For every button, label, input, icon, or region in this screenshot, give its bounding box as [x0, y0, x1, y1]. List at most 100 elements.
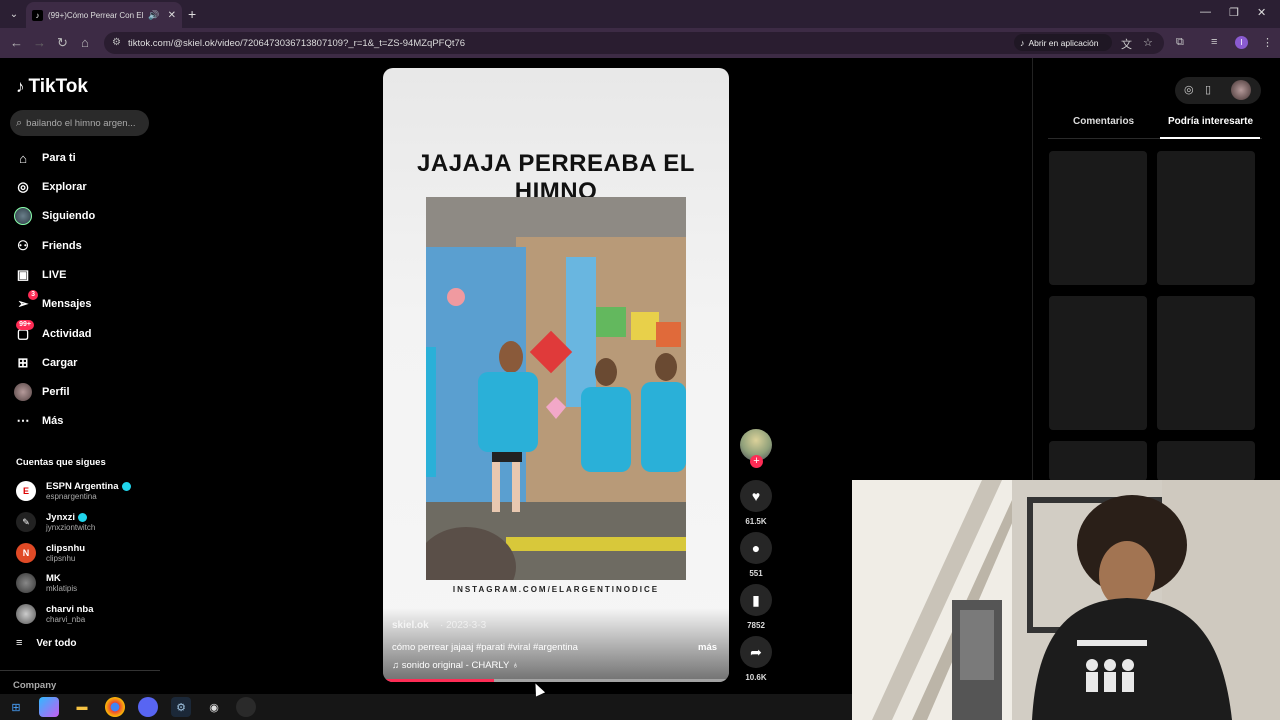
open-in-app-button[interactable]: ♪ Abrir en aplicación: [1014, 34, 1112, 51]
suggested-video-card[interactable]: [1049, 441, 1147, 481]
file-explorer-icon[interactable]: ▬: [72, 697, 92, 717]
compass-icon[interactable]: ◎: [1184, 83, 1194, 96]
browser-menu-icon[interactable]: ⋮: [1262, 36, 1273, 49]
site-info-icon[interactable]: ⚙: [112, 37, 121, 48]
account-handle: espnargentina: [46, 492, 97, 501]
account-item[interactable]: E ESPN Argentina espnargentina: [16, 477, 131, 505]
tiktok-favicon-icon: ♪: [32, 9, 43, 21]
close-tab-icon[interactable]: ✕: [168, 10, 176, 21]
comment-count: 551: [749, 569, 763, 578]
messages-icon: ➢ 3: [14, 290, 38, 313]
follow-plus-button[interactable]: +: [750, 455, 763, 468]
extensions-icon[interactable]: ⧉: [1176, 36, 1184, 49]
nav-friends[interactable]: ⚇ Friends: [14, 235, 82, 257]
tab-list-chevron-icon[interactable]: ⌄: [6, 5, 22, 23]
home-button[interactable]: ⌂: [81, 35, 89, 50]
nav-label: Cargar: [42, 357, 78, 369]
new-tab-button[interactable]: +: [188, 6, 196, 22]
nav-label: Perfil: [42, 386, 70, 398]
browser-tab[interactable]: ♪ (99+)Cómo Perrear Con El Hi 🔊 ✕: [26, 2, 182, 28]
nav-mas[interactable]: ⋯ Más: [14, 410, 64, 432]
close-window-button[interactable]: ✕: [1257, 6, 1266, 19]
profile-avatar-icon: [14, 383, 32, 401]
suggested-video-card[interactable]: [1049, 151, 1147, 285]
windows-start-icon[interactable]: ⊞: [6, 697, 26, 717]
user-avatar[interactable]: [1231, 80, 1251, 100]
share-button[interactable]: ➦: [740, 636, 772, 668]
tab-comments[interactable]: Comentarios: [1073, 116, 1134, 127]
suggested-video-card[interactable]: [1049, 296, 1147, 430]
tiktok-app-icon: ♪: [1020, 37, 1025, 48]
address-bar[interactable]: ⚙ tiktok.com/@skiel.ok/video/72064730367…: [104, 32, 1164, 54]
messages-badge: 3: [28, 290, 38, 300]
account-item[interactable]: ✎ Jynxzi jynxziontwitch: [16, 508, 95, 536]
nav-label: Actividad: [42, 328, 92, 340]
caption-more-button[interactable]: más: [698, 642, 717, 653]
media-controls-icon[interactable]: ≡: [1211, 36, 1217, 48]
friends-icon: ⚇: [17, 238, 29, 253]
forward-button[interactable]: →: [33, 35, 46, 50]
back-button[interactable]: ←: [10, 35, 23, 50]
nav-live[interactable]: ▣ LIVE: [14, 264, 67, 286]
suggested-video-card[interactable]: [1157, 441, 1255, 481]
company-link[interactable]: Company: [13, 680, 56, 691]
nav-perfil[interactable]: Perfil: [14, 381, 70, 403]
steam-icon[interactable]: ⚙: [171, 697, 191, 717]
top-right-controls: ◎ ▯: [1175, 77, 1261, 104]
account-item[interactable]: MK mklatipis: [16, 569, 77, 597]
account-name: ESPN Argentina: [46, 481, 119, 492]
nav-para-ti[interactable]: ⌂ Para ti: [14, 147, 76, 169]
minimize-button[interactable]: —: [1200, 6, 1211, 18]
comment-button[interactable]: ●: [740, 532, 772, 564]
tab-may-interest[interactable]: Podría interesarte: [1168, 116, 1253, 127]
nav-siguiendo[interactable]: Siguiendo: [14, 205, 95, 227]
obs-icon[interactable]: ◉: [204, 697, 224, 717]
tiktok-logo[interactable]: ♪ TikTok: [16, 76, 88, 98]
phone-icon[interactable]: ▯: [1205, 83, 1211, 96]
reload-button[interactable]: ↻: [57, 35, 68, 51]
sidebar-divider: [0, 670, 160, 671]
account-item[interactable]: charvi nba charvi_nba: [16, 600, 94, 628]
charvi-avatar: [16, 604, 36, 624]
video-progress-bar[interactable]: [383, 679, 729, 682]
account-name: charvi nba: [46, 604, 94, 615]
search-text: bailando el himno argen...: [26, 117, 136, 129]
mk-avatar: [16, 573, 36, 593]
video-caption: cómo perrear jajaaj #parati #viral #arge…: [392, 642, 578, 653]
suggested-video-card[interactable]: [1157, 296, 1255, 430]
save-button[interactable]: ▮: [740, 584, 772, 616]
nav-cargar[interactable]: ⊞ Cargar: [14, 352, 78, 374]
video-author-link[interactable]: skiel.ok: [392, 620, 429, 631]
bookmark-icon: ▮: [752, 591, 760, 608]
like-button[interactable]: ♥: [740, 480, 772, 512]
nav-actividad[interactable]: ▢ 99+ Actividad: [14, 320, 92, 345]
browser-profile-avatar[interactable]: I: [1235, 36, 1248, 49]
chrome-icon[interactable]: [105, 697, 125, 717]
translate-icon[interactable]: 文: [1121, 36, 1132, 52]
account-item[interactable]: N clipsnhu clipsnhu: [16, 539, 85, 567]
see-all-button[interactable]: ≡ Ver todo: [16, 637, 76, 649]
nav-explorar[interactable]: ◎ Explorar: [14, 176, 86, 198]
live-icon: ▣: [16, 267, 30, 282]
search-input[interactable]: ⌕ bailando el himno argen...: [10, 110, 149, 136]
suggested-video-card[interactable]: [1157, 151, 1255, 285]
account-name: clipsnhu: [46, 543, 86, 554]
nav-label: Friends: [42, 240, 82, 252]
bookmark-star-icon[interactable]: ☆: [1143, 36, 1153, 49]
video-sound-link[interactable]: ♫ sonido original - CHARLY ♁: [392, 660, 519, 671]
audio-playing-icon[interactable]: 🔊: [148, 10, 159, 21]
verified-icon: [78, 513, 88, 522]
logo-text: TikTok: [28, 76, 88, 97]
chrome-active-icon[interactable]: [236, 697, 256, 717]
nav-label: LIVE: [42, 269, 67, 281]
account-handle: charvi_nba: [46, 615, 86, 624]
copilot-icon[interactable]: [39, 697, 59, 717]
webcam-overlay-image: [852, 480, 1280, 720]
video-frame-image: [426, 197, 686, 580]
share-count: 10.6K: [745, 673, 767, 682]
nav-label: Para ti: [42, 152, 76, 164]
video-player[interactable]: JAJAJA PERREABA EL HIMNO INSTAGRAM.COM/E…: [383, 68, 729, 682]
nav-mensajes[interactable]: ➢ 3 Mensajes: [14, 290, 92, 315]
restore-button[interactable]: ❐: [1229, 6, 1239, 19]
discord-icon[interactable]: [138, 697, 158, 717]
